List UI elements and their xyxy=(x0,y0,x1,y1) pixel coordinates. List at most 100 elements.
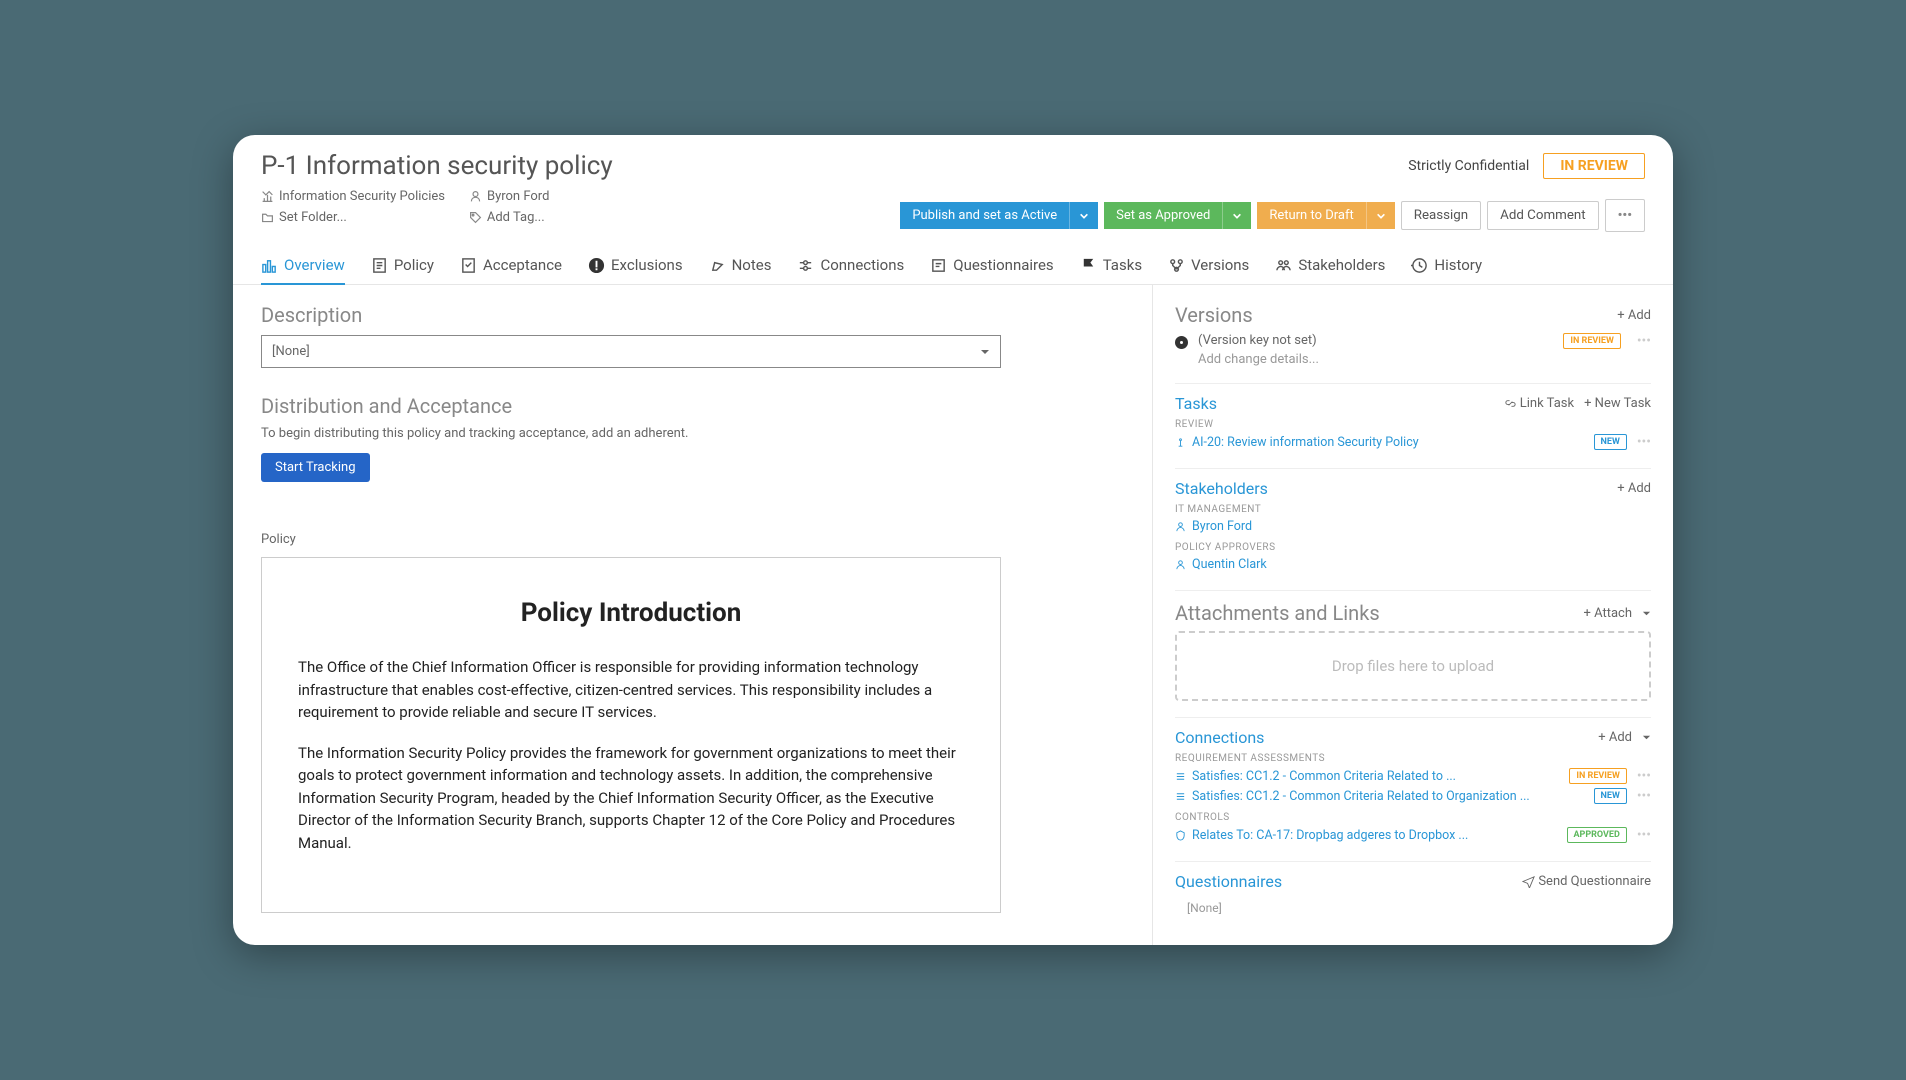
task-menu[interactable]: ••• xyxy=(1637,434,1651,450)
tab-bar: Overview Policy Acceptance Exclusions No… xyxy=(233,244,1673,285)
connection-menu[interactable]: ••• xyxy=(1637,827,1651,843)
connection-category: CONTROLS xyxy=(1175,812,1651,823)
tasks-title[interactable]: Tasks xyxy=(1175,394,1217,413)
stakeholders-section: Stakeholders + Add IT MANAGEMENT Byron Fo… xyxy=(1175,468,1651,574)
owner-link[interactable]: Byron Ford xyxy=(469,189,549,204)
doc-paragraph: The Office of the Chief Information Offi… xyxy=(298,656,964,724)
new-task-button[interactable]: + New Task xyxy=(1584,396,1651,411)
flag-icon xyxy=(1080,257,1097,274)
version-item[interactable]: (Version key not set)Add change details.… xyxy=(1198,333,1553,367)
confidentiality-label: Strictly Confidential xyxy=(1408,158,1529,174)
connections-title[interactable]: Connections xyxy=(1175,728,1264,747)
stakeholder-category: POLICY APPROVERS xyxy=(1175,542,1651,553)
connection-category: REQUIREMENT ASSESSMENTS xyxy=(1175,753,1651,764)
task-icon xyxy=(1175,437,1186,448)
connection-item[interactable]: Satisfies: CC1.2 - Common Criteria Relat… xyxy=(1175,766,1651,786)
policy-document: Policy Introduction The Office of the Ch… xyxy=(261,557,1001,913)
attach-button[interactable]: + Attach xyxy=(1583,606,1651,621)
description-heading: Description xyxy=(261,303,1124,327)
questionnaires-section: Questionnaires Send Questionnaire [None] xyxy=(1175,861,1651,915)
tab-questionnaires[interactable]: Questionnaires xyxy=(930,256,1053,284)
publish-caret[interactable] xyxy=(1070,205,1098,227)
app-window: P-1 Information security policy Strictly… xyxy=(233,135,1673,945)
add-tag-button[interactable]: Add Tag... xyxy=(469,210,545,225)
connection-menu[interactable]: ••• xyxy=(1637,768,1651,784)
description-select[interactable]: [None] xyxy=(261,335,1001,368)
tab-exclusions[interactable]: Exclusions xyxy=(588,256,683,284)
tab-history[interactable]: History xyxy=(1411,256,1482,284)
stakeholder-item[interactable]: Byron Ford xyxy=(1175,517,1651,536)
approve-button[interactable]: Set as Approved xyxy=(1104,202,1251,229)
tab-connections[interactable]: Connections xyxy=(797,256,904,284)
doc-title: Policy Introduction xyxy=(298,598,964,628)
list-icon xyxy=(1175,791,1186,802)
draft-caret[interactable] xyxy=(1367,205,1395,227)
publish-button[interactable]: Publish and set as Active xyxy=(900,202,1098,229)
caret-down-icon xyxy=(1642,733,1651,742)
tab-versions[interactable]: Versions xyxy=(1168,256,1249,284)
version-badge: IN REVIEW xyxy=(1563,333,1621,349)
add-comment-button[interactable]: Add Comment xyxy=(1487,201,1598,230)
connection-badge: APPROVED xyxy=(1567,827,1627,843)
distribution-heading: Distribution and Acceptance xyxy=(261,394,1124,418)
chevron-down-icon xyxy=(1376,211,1386,221)
return-draft-button[interactable]: Return to Draft xyxy=(1257,202,1394,229)
versions-icon xyxy=(1168,257,1185,274)
overview-icon xyxy=(261,257,278,274)
attachments-section: Attachments and Links+ Attach Drop files… xyxy=(1175,590,1651,701)
tag-icon xyxy=(469,211,482,224)
tasks-section: Tasks Link Task + New Task REVIEW AI-20: … xyxy=(1175,383,1651,452)
reassign-button[interactable]: Reassign xyxy=(1401,201,1481,230)
start-tracking-button[interactable]: Start Tracking xyxy=(261,453,370,482)
send-questionnaire-button[interactable]: Send Questionnaire xyxy=(1522,874,1651,889)
questionnaires-empty: [None] xyxy=(1175,897,1651,915)
tab-acceptance[interactable]: Acceptance xyxy=(460,256,562,284)
set-folder-button[interactable]: Set Folder... xyxy=(261,210,347,225)
add-stakeholder-button[interactable]: + Add xyxy=(1617,481,1651,496)
stakeholders-icon xyxy=(1275,257,1292,274)
tab-notes[interactable]: Notes xyxy=(709,256,772,284)
status-badge: IN REVIEW xyxy=(1543,153,1645,179)
person-icon xyxy=(1175,521,1186,532)
folder-icon xyxy=(261,211,274,224)
link-icon xyxy=(1504,397,1517,410)
header: P-1 Information security policy Strictly… xyxy=(233,135,1673,244)
category-link[interactable]: Information Security Policies xyxy=(261,189,445,204)
connections-section: Connections + Add REQUIREMENT ASSESSMENTS… xyxy=(1175,717,1651,845)
tab-overview[interactable]: Overview xyxy=(261,256,345,284)
connection-badge: NEW xyxy=(1594,788,1627,804)
task-badge: NEW xyxy=(1594,434,1627,450)
add-connection-button[interactable]: + Add xyxy=(1598,730,1651,745)
caret-down-icon xyxy=(1642,609,1651,618)
task-item[interactable]: AI-20: Review information Security Polic… xyxy=(1175,432,1651,452)
version-radio[interactable] xyxy=(1175,336,1188,349)
connection-badge: IN REVIEW xyxy=(1569,768,1627,784)
connection-item[interactable]: Satisfies: CC1.2 - Common Criteria Relat… xyxy=(1175,786,1651,806)
distribution-text: To begin distributing this policy and tr… xyxy=(261,426,1124,441)
questionnaires-title[interactable]: Questionnaires xyxy=(1175,872,1282,891)
connection-menu[interactable]: ••• xyxy=(1637,788,1651,804)
connections-icon xyxy=(797,257,814,274)
more-menu-button[interactable]: ••• xyxy=(1605,199,1645,232)
tab-stakeholders[interactable]: Stakeholders xyxy=(1275,256,1385,284)
tab-tasks[interactable]: Tasks xyxy=(1080,256,1142,284)
policy-label: Policy xyxy=(261,532,1124,547)
version-menu[interactable]: ••• xyxy=(1637,333,1651,349)
connection-item[interactable]: Relates To: CA-17: Dropbag adgeres to Dr… xyxy=(1175,825,1651,845)
send-icon xyxy=(1522,875,1535,888)
dropzone[interactable]: Drop files here to upload xyxy=(1175,631,1651,701)
add-version-button[interactable]: + Add xyxy=(1617,308,1651,323)
acceptance-icon xyxy=(460,257,477,274)
policy-icon xyxy=(371,257,388,274)
approve-caret[interactable] xyxy=(1223,205,1251,227)
stakeholders-title[interactable]: Stakeholders xyxy=(1175,479,1268,498)
task-category: REVIEW xyxy=(1175,419,1651,430)
stakeholder-item[interactable]: Quentin Clark xyxy=(1175,555,1651,574)
exclusions-icon xyxy=(588,257,605,274)
link-task-button[interactable]: Link Task xyxy=(1504,396,1574,411)
stakeholder-category: IT MANAGEMENT xyxy=(1175,504,1651,515)
shield-icon xyxy=(1175,830,1186,841)
tab-policy[interactable]: Policy xyxy=(371,256,434,284)
notes-icon xyxy=(709,257,726,274)
chart-icon xyxy=(261,190,274,203)
